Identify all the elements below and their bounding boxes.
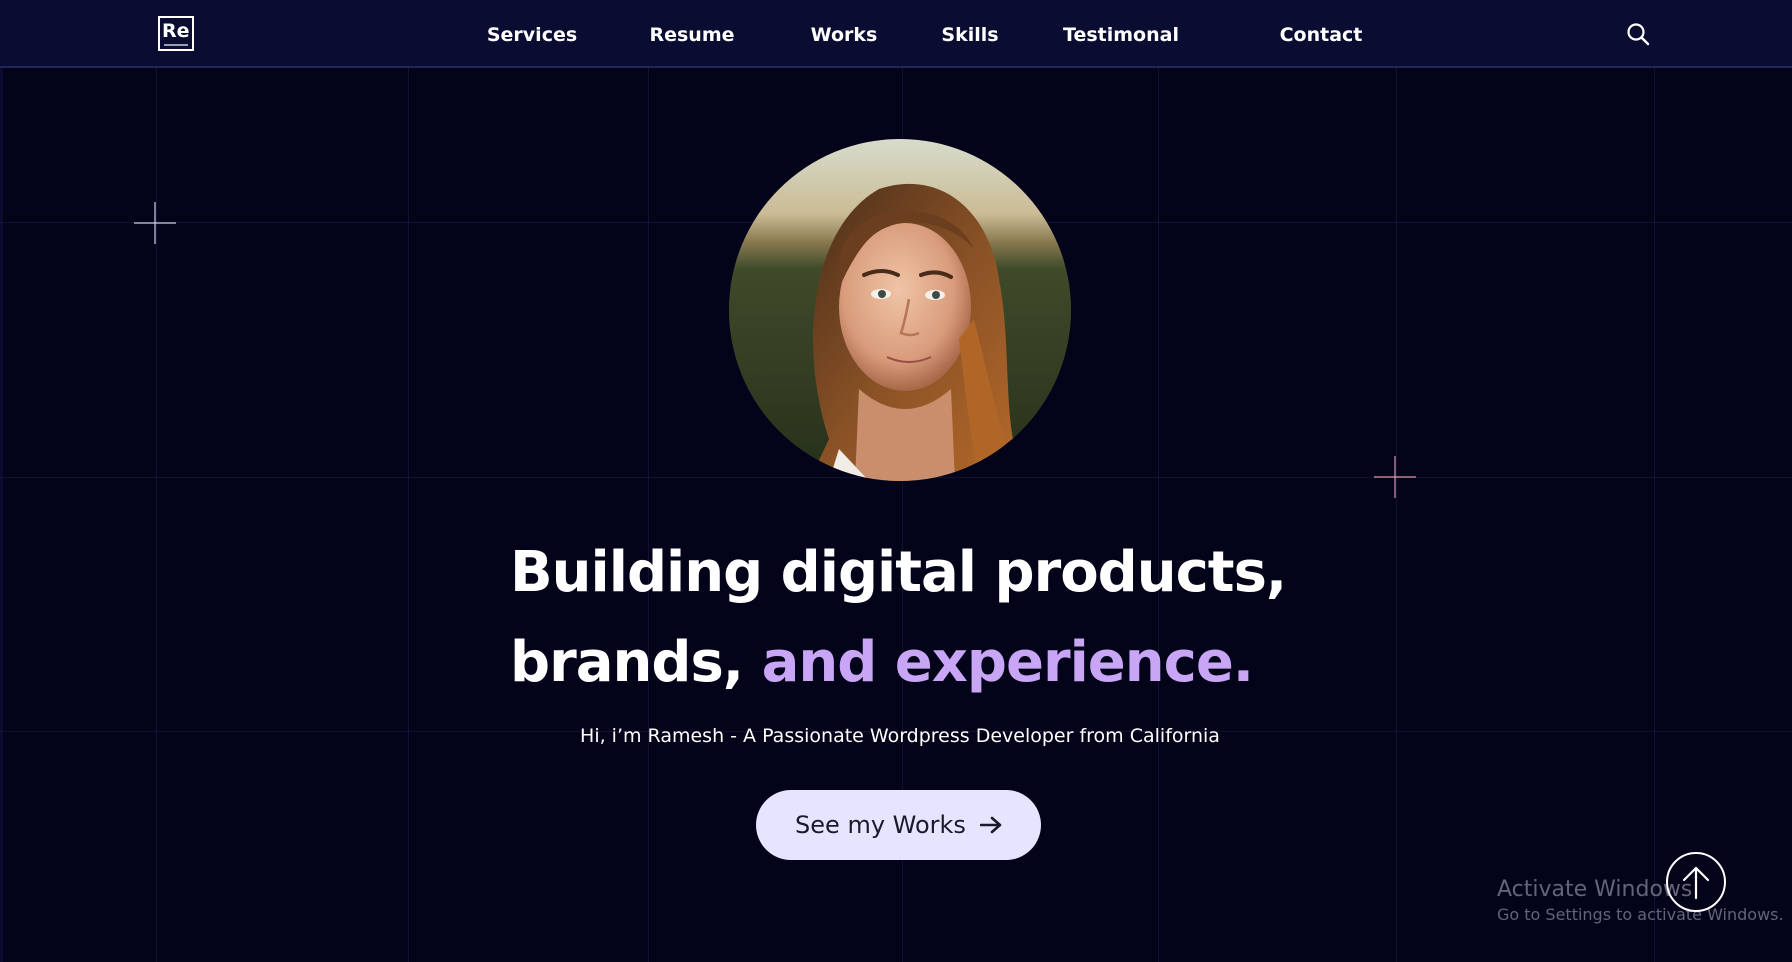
grid-line	[1654, 67, 1655, 962]
watermark-title: Activate Windows	[1497, 877, 1693, 902]
avatar	[729, 139, 1071, 481]
search-icon[interactable]	[1626, 22, 1650, 46]
grid-line	[1158, 67, 1159, 962]
sparkle-icon	[134, 202, 176, 244]
page: Re Services Resume Works Skills Testimon…	[0, 0, 1792, 962]
nav-link-skills[interactable]: Skills	[941, 22, 998, 48]
watermark-subtitle: Go to Settings to activate Windows.	[1497, 905, 1784, 924]
nav-link-resume[interactable]: Resume	[649, 22, 734, 48]
hero-title-plain: brands,	[510, 630, 744, 695]
nav-link-contact[interactable]: Contact	[1280, 22, 1363, 48]
navbar: Re Services Resume Works Skills Testimon…	[0, 0, 1792, 68]
logo[interactable]: Re	[158, 16, 194, 51]
grid-line	[1396, 67, 1397, 962]
hero-title-line1: Building digital products,	[510, 540, 1287, 605]
grid-line	[648, 67, 649, 962]
hero-title-accent: and experience.	[761, 630, 1255, 695]
arrow-right-icon	[979, 816, 1002, 834]
grid-line	[408, 67, 409, 962]
hero-subtitle: Hi, i’m Ramesh - A Passionate Wordpress …	[580, 725, 1220, 747]
nav-link-services[interactable]: Services	[487, 22, 577, 48]
portrait-photo	[729, 139, 1071, 481]
nav-link-testimonal[interactable]: Testimonal	[1063, 22, 1179, 48]
see-my-works-label: See my Works	[795, 811, 966, 839]
logo-tagline-mark	[164, 44, 188, 46]
logo-text: Re	[162, 20, 190, 42]
window-edge	[0, 0, 3, 962]
scroll-to-top-button[interactable]	[1666, 852, 1726, 912]
arrow-up-icon	[1682, 866, 1710, 900]
windows-activation-watermark: Activate Windows Go to Settings to activ…	[1497, 876, 1784, 926]
see-my-works-button[interactable]: See my Works	[756, 790, 1041, 860]
nav-link-works[interactable]: Works	[811, 22, 878, 48]
hero-title-line2: brands, and experience.	[510, 623, 1310, 703]
sparkle-icon	[1374, 456, 1416, 498]
